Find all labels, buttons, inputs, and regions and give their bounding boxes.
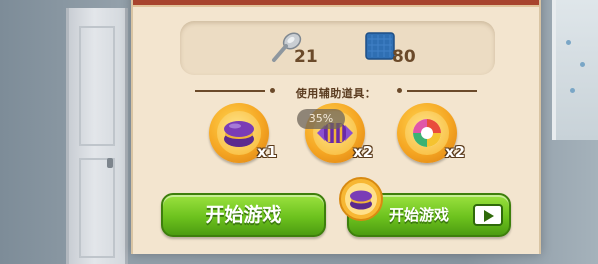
title-divider-right — [407, 90, 477, 92]
window-decoration — [570, 88, 575, 93]
title-divider-left — [195, 90, 265, 92]
title-divider-dot — [397, 88, 402, 93]
door-panel — [79, 158, 115, 258]
boosters-title-text: 使用辅助道具： — [295, 87, 377, 100]
spoon-count: 21 — [294, 47, 318, 67]
booster-slot-rainbow[interactable]: x2 — [397, 103, 465, 163]
purple-macaron-booster-icon — [224, 121, 254, 147]
resource-panel: 21 80 — [180, 21, 495, 75]
background-window — [552, 0, 598, 140]
boosters-section-title: 使用辅助道具： — [133, 82, 539, 100]
video-play-icon — [473, 204, 503, 226]
booster-slot-wrapped-candy[interactable]: 35% x2 — [297, 103, 373, 163]
rainbow-swirl-booster-icon — [413, 119, 441, 147]
booster-discount-badge: 35% — [297, 109, 345, 129]
ad-start-game-label: 开始游戏 — [389, 206, 450, 224]
cloth-count: 80 — [392, 47, 416, 67]
title-divider-dot — [270, 88, 275, 93]
pre-level-dialog: 21 80 使用辅助道具： x1 35% x2 x2 开始游戏 开始游戏 — [131, 0, 541, 254]
booster-count: x2 — [353, 143, 374, 161]
booster-slot-macaron[interactable]: x1 — [209, 103, 277, 163]
background-door — [66, 8, 128, 264]
macaron-badge-icon — [339, 177, 383, 221]
start-game-button[interactable]: 开始游戏 — [161, 193, 326, 237]
booster-count: x2 — [445, 143, 466, 161]
booster-count: x1 — [257, 143, 278, 161]
door-knob — [107, 158, 113, 168]
window-decoration — [566, 40, 571, 45]
dialog-header-bar — [133, 0, 539, 7]
door-panel — [79, 26, 115, 146]
window-decoration — [580, 62, 585, 67]
